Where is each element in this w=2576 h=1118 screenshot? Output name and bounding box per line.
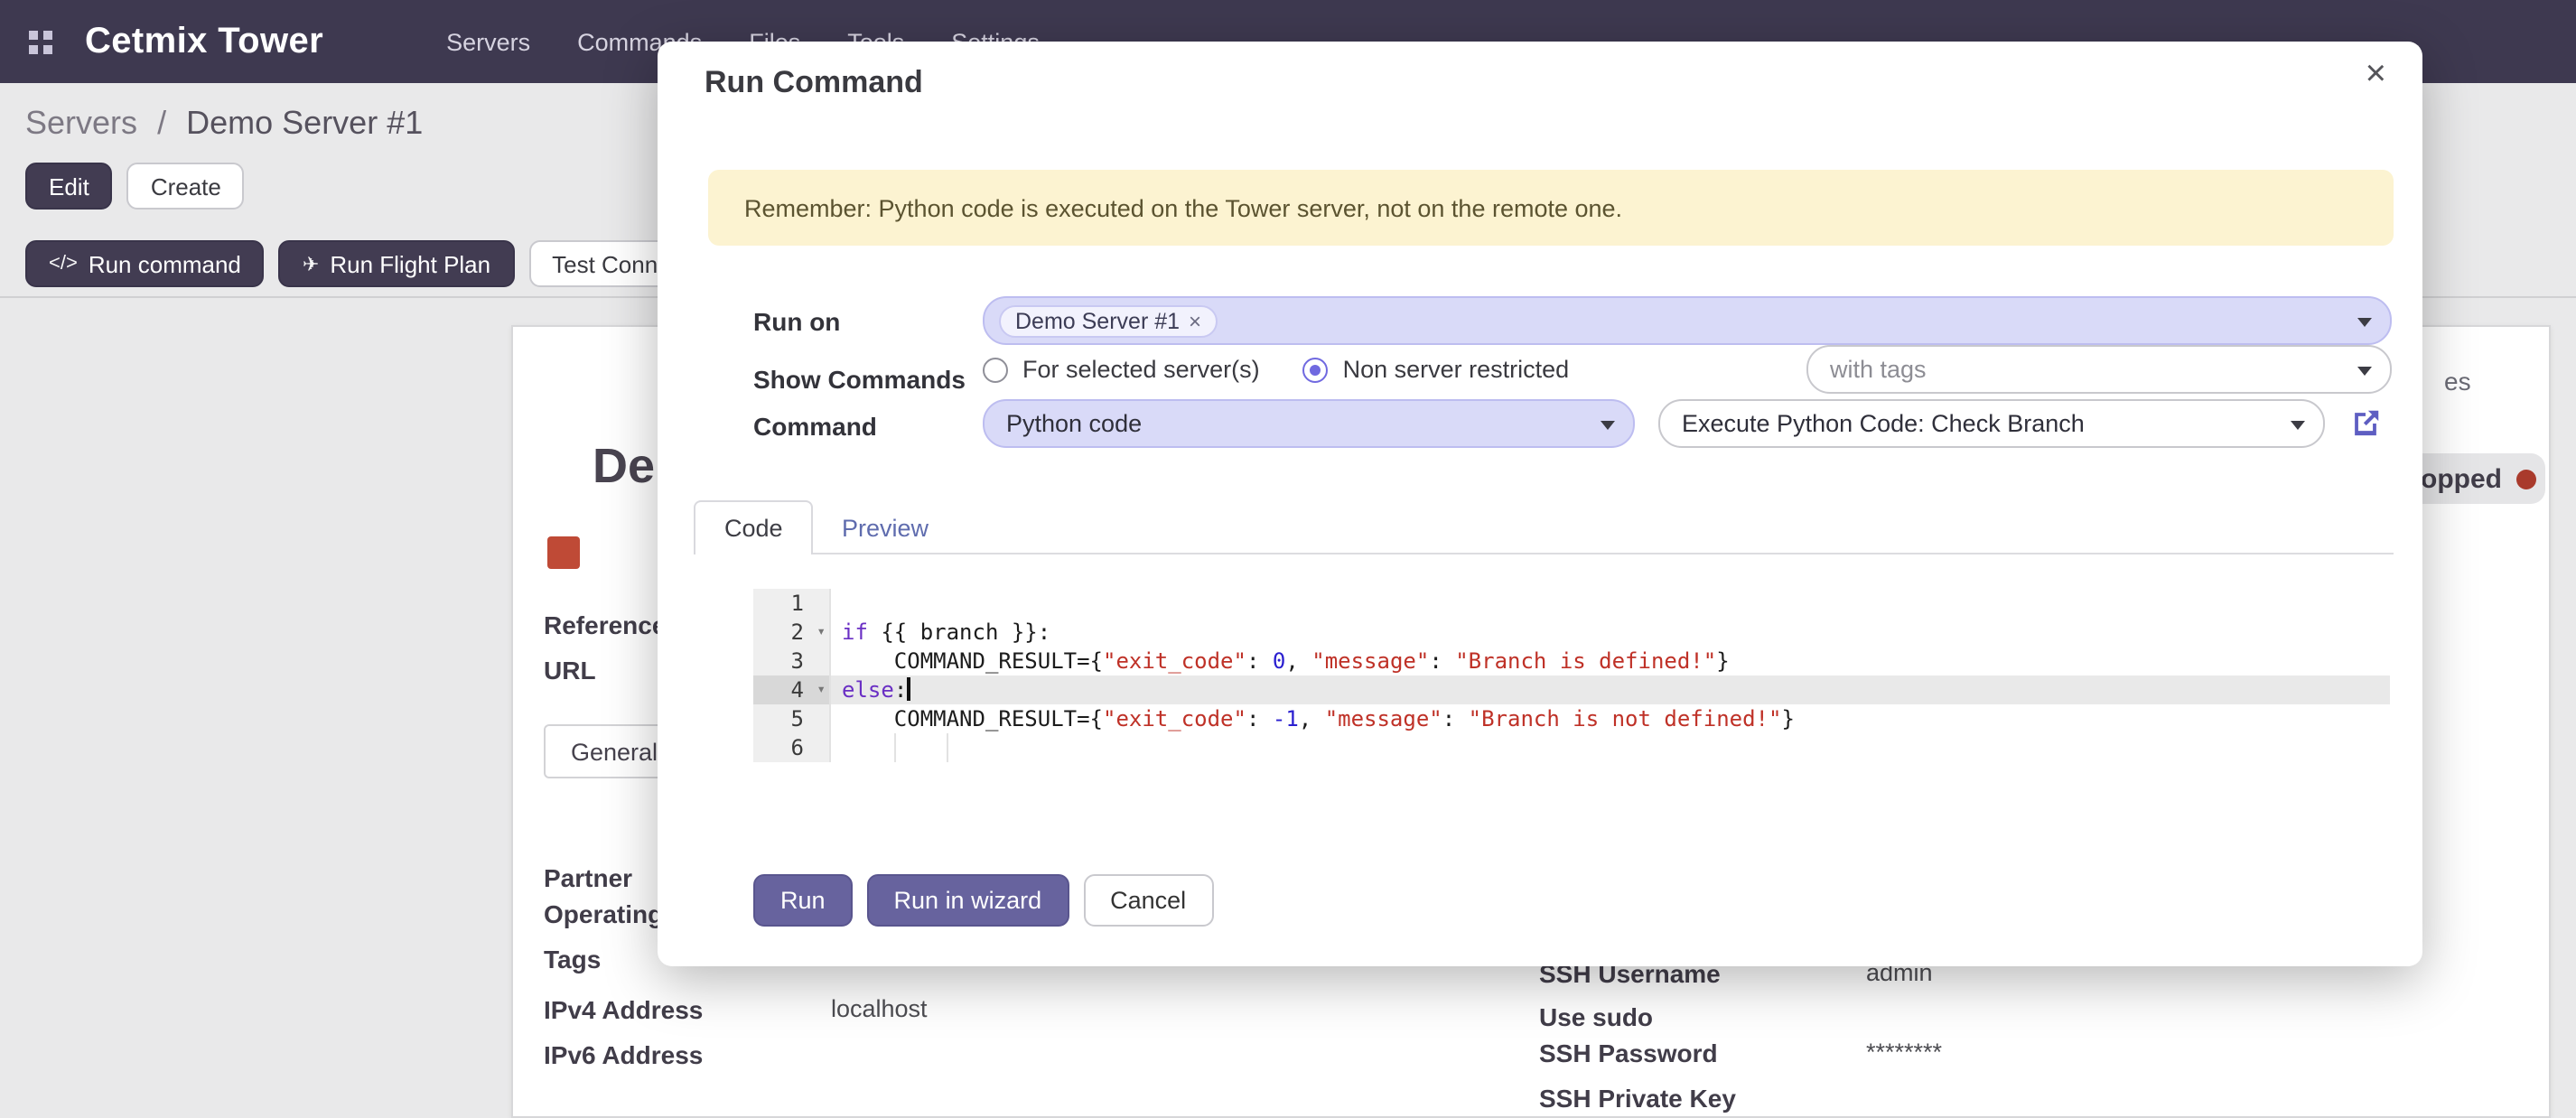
reference-label: Reference <box>544 610 666 639</box>
chevron-down-icon <box>2291 420 2305 429</box>
use-sudo-label: Use sudo <box>1539 1002 1653 1031</box>
with-tags-placeholder: with tags <box>1808 356 1927 383</box>
tab-code[interactable]: Code <box>694 500 814 554</box>
code-line[interactable] <box>831 589 2390 618</box>
show-commands-label: Show Commands <box>753 365 966 394</box>
gutter-line-number: 4▾ <box>753 675 829 704</box>
ssh-password-label: SSH Password <box>1539 1039 1718 1067</box>
edit-create-row: Edit Create <box>25 163 245 210</box>
indent-guide <box>947 733 948 762</box>
ipv4-value: localhost <box>831 995 928 1022</box>
command-label: Command <box>753 412 877 441</box>
fold-caret-icon[interactable]: ▾ <box>817 675 826 704</box>
text-cursor <box>907 677 910 701</box>
editor-code[interactable]: if {{ branch }}: COMMAND_RESULT={"exit_c… <box>831 589 2390 762</box>
command-type-select[interactable]: Python code <box>983 399 1635 448</box>
ipv6-label: IPv6 Address <box>544 1040 703 1069</box>
screen: Cetmix Tower Servers Commands Files Tool… <box>0 0 2576 1118</box>
flight-plan-icon: ✈ <box>303 252 319 275</box>
server-tag-label: Demo Server #1 <box>1015 308 1180 333</box>
app-brand[interactable]: Cetmix Tower <box>85 21 323 62</box>
server-tag-chip[interactable]: Demo Server #1 × <box>999 304 1218 337</box>
breadcrumb-current: Demo Server #1 <box>186 105 423 141</box>
edit-button[interactable]: Edit <box>25 163 113 210</box>
run-command-modal: Run Command × Remember: Python code is e… <box>658 42 2422 966</box>
warning-alert: Remember: Python code is executed on the… <box>708 170 2394 246</box>
modal-footer: Run Run in wizard Cancel <box>753 874 1213 927</box>
radio-non-server-restricted[interactable] <box>1303 357 1329 382</box>
create-button[interactable]: Create <box>127 163 245 210</box>
code-line[interactable]: if {{ branch }}: <box>831 618 2390 647</box>
tab-preview[interactable]: Preview <box>813 500 957 554</box>
menu-item-servers[interactable]: Servers <box>446 28 530 55</box>
ipv4-label: IPv4 Address <box>544 995 703 1024</box>
run-command-button[interactable]: </> Run command <box>25 240 265 287</box>
breadcrumb: Servers / Demo Server #1 <box>25 105 423 143</box>
editor-gutter: 12▾34▾56 <box>753 589 831 762</box>
code-editor[interactable]: 12▾34▾56 if {{ branch }}: COMMAND_RESULT… <box>753 589 2390 762</box>
gutter-line-number: 2▾ <box>753 618 829 647</box>
partner-label: Partner <box>544 863 632 892</box>
gutter-line-number: 6 <box>753 733 829 762</box>
gutter-line-number: 5 <box>753 704 829 733</box>
modal-title: Run Command <box>705 65 923 101</box>
command-type-value: Python code <box>985 410 1142 437</box>
run-flight-plan-button[interactable]: ✈ Run Flight Plan <box>279 240 514 287</box>
run-in-wizard-button[interactable]: Run in wizard <box>867 874 1069 927</box>
indent-guide <box>894 733 896 762</box>
command-select[interactable]: Execute Python Code: Check Branch <box>1658 399 2325 448</box>
chevron-down-icon <box>2357 317 2372 326</box>
code-line[interactable]: else: <box>831 675 2390 704</box>
run-command-label: Run command <box>89 250 241 277</box>
chevron-down-icon <box>1601 420 1615 429</box>
code-line[interactable]: COMMAND_RESULT={"exit_code": -1, "messag… <box>831 704 2390 733</box>
external-link-icon[interactable] <box>2348 406 2383 441</box>
code-line[interactable]: COMMAND_RESULT={"exit_code": 0, "message… <box>831 647 2390 675</box>
ssh-private-key-label: SSH Private Key <box>1539 1084 1736 1113</box>
apps-grid-icon[interactable] <box>29 30 52 53</box>
remove-tag-icon[interactable]: × <box>1189 308 1201 333</box>
gutter-line-number: 1 <box>753 589 829 618</box>
code-icon: </> <box>49 253 78 275</box>
tags-label: Tags <box>544 945 601 974</box>
radio-for-selected-servers-label[interactable]: For selected server(s) <box>1022 356 1260 383</box>
radio-for-selected-servers[interactable] <box>983 357 1008 382</box>
gutter-line-number: 3 <box>753 647 829 675</box>
radio-non-server-restricted-label[interactable]: Non server restricted <box>1343 356 1570 383</box>
run-on-select[interactable]: Demo Server #1 × <box>983 296 2392 345</box>
run-button[interactable]: Run <box>753 874 853 927</box>
with-tags-select[interactable]: with tags <box>1806 345 2392 394</box>
clipped-tab-fragment: es <box>2444 367 2471 396</box>
fold-caret-icon[interactable]: ▾ <box>817 618 826 647</box>
command-value: Execute Python Code: Check Branch <box>1660 410 2085 437</box>
url-label: URL <box>544 656 596 685</box>
breadcrumb-separator: / <box>157 105 166 141</box>
run-flight-plan-label: Run Flight Plan <box>330 250 490 277</box>
server-actions-row: </> Run command ✈ Run Flight Plan Test C… <box>25 240 744 287</box>
close-icon[interactable]: × <box>2366 56 2386 92</box>
chevron-down-icon <box>2357 366 2372 375</box>
breadcrumb-servers-link[interactable]: Servers <box>25 105 137 141</box>
run-on-label: Run on <box>753 307 840 336</box>
status-dot-icon <box>2516 469 2536 489</box>
server-color-swatch[interactable] <box>547 536 580 569</box>
show-commands-radios: For selected server(s) Non server restri… <box>983 345 1569 394</box>
code-line[interactable] <box>831 733 2390 762</box>
cancel-button[interactable]: Cancel <box>1083 874 1213 927</box>
ssh-password-value: ******** <box>1866 1039 1942 1066</box>
